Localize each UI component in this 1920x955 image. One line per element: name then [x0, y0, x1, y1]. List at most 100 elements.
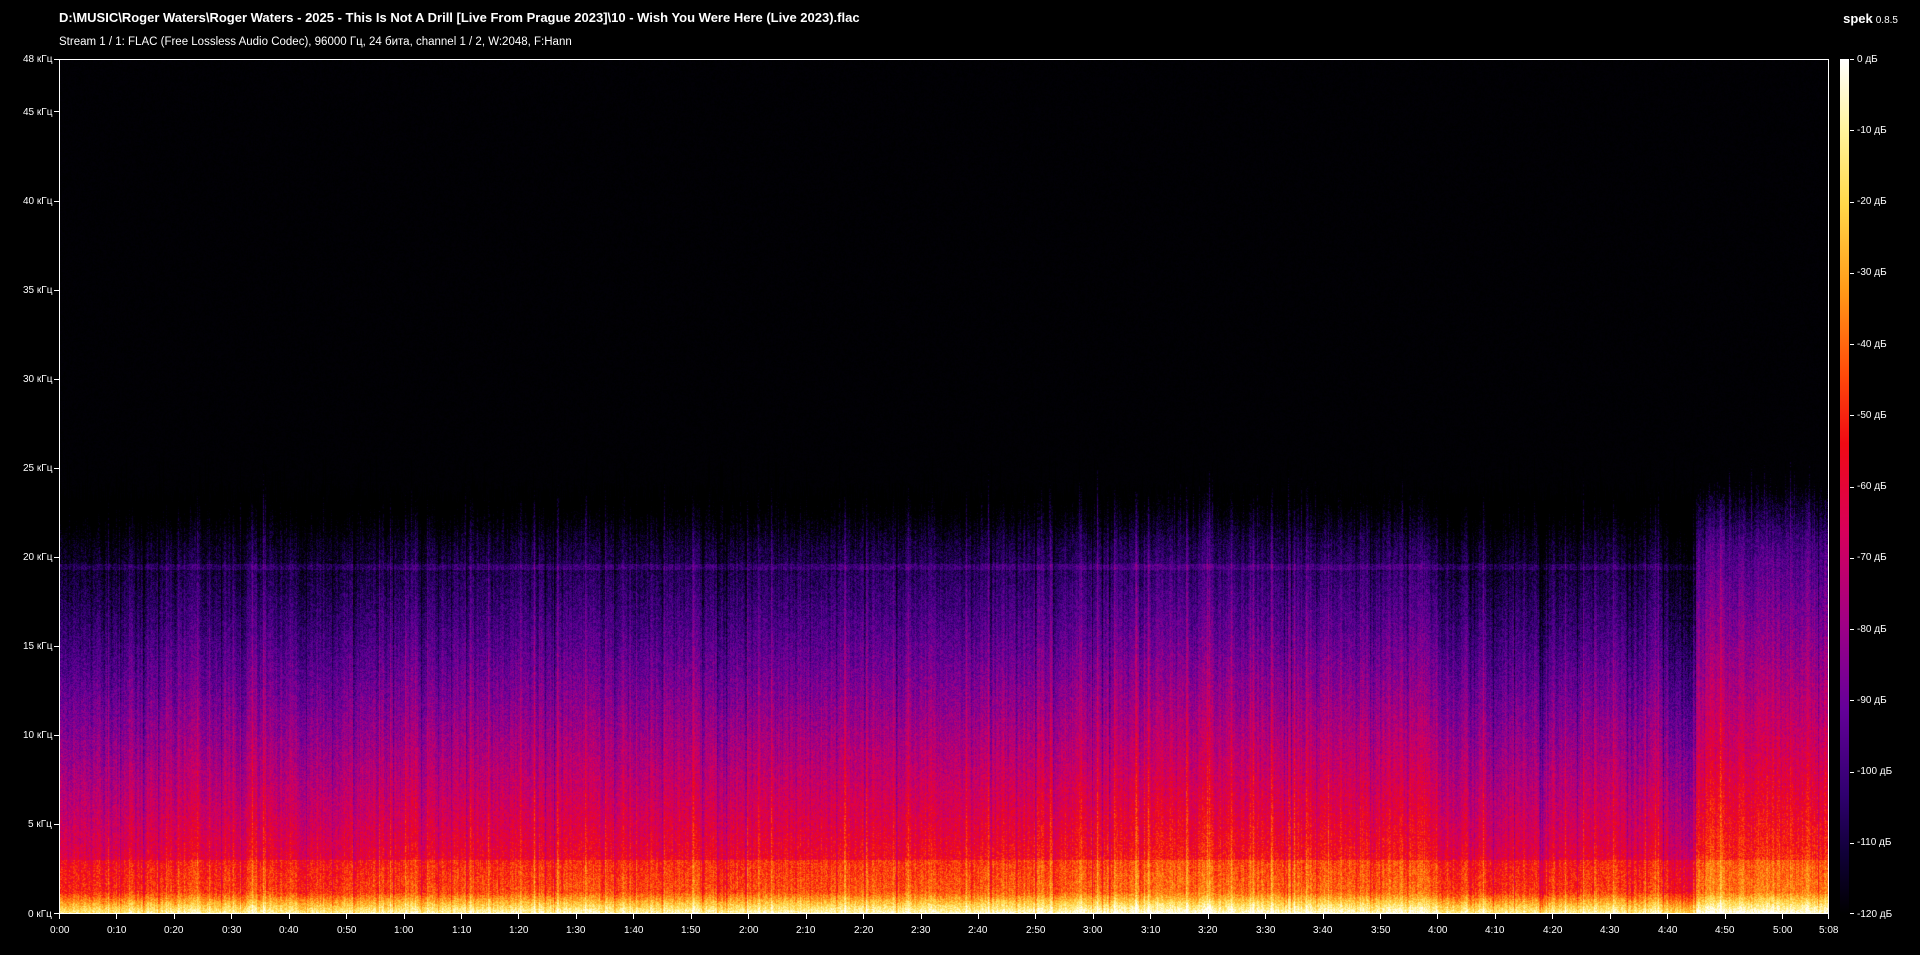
freq-tick-mark [54, 468, 59, 469]
time-tick-mark [921, 914, 922, 919]
db-color-scale [1840, 59, 1849, 914]
time-tick-mark [1265, 914, 1266, 919]
db-tick-mark [1850, 415, 1854, 416]
db-tick-mark [1850, 913, 1854, 914]
time-tick-label: 4:40 [1658, 925, 1678, 936]
time-tick-mark [1150, 914, 1151, 919]
time-tick-label: 4:20 [1543, 925, 1563, 936]
time-tick-label: 1:20 [509, 925, 529, 936]
db-tick-label: -90 дБ [1857, 695, 1887, 706]
time-tick-mark [346, 914, 347, 919]
time-tick-label: 3:30 [1256, 925, 1276, 936]
db-tick-label: -20 дБ [1857, 196, 1887, 207]
freq-tick-mark [54, 59, 59, 60]
freq-tick-label: 0 кГц [28, 909, 52, 920]
time-tick-label: 4:00 [1428, 925, 1448, 936]
time-tick-mark [1380, 914, 1381, 919]
time-tick-mark [1725, 914, 1726, 919]
time-tick-mark [116, 914, 117, 919]
db-tick-label: -30 дБ [1857, 267, 1887, 278]
db-tick-label: -70 дБ [1857, 552, 1887, 563]
freq-tick-mark [54, 379, 59, 380]
time-tick-mark [1610, 914, 1611, 919]
time-tick-label: 0:40 [279, 925, 299, 936]
freq-tick-label: 45 кГц [23, 107, 53, 118]
time-tick-label: 0:50 [337, 925, 357, 936]
time-tick-label: 0:20 [164, 925, 184, 936]
freq-tick-mark [54, 646, 59, 647]
freq-tick-mark [54, 824, 59, 825]
db-tick-label: -80 дБ [1857, 624, 1887, 635]
db-tick-label: -60 дБ [1857, 481, 1887, 492]
freq-tick-label: 20 кГц [23, 552, 53, 563]
db-tick-mark [1850, 273, 1854, 274]
time-tick-mark [59, 914, 60, 919]
time-tick-label: 3:40 [1313, 925, 1333, 936]
time-tick-label: 3:50 [1371, 925, 1391, 936]
freq-tick-mark [54, 290, 59, 291]
time-tick-label: 2:50 [1026, 925, 1046, 936]
time-tick-mark [1437, 914, 1438, 919]
freq-tick-label: 15 кГц [23, 641, 53, 652]
time-tick-label: 1:30 [566, 925, 586, 936]
freq-tick-label: 40 кГц [23, 196, 53, 207]
time-tick-mark [691, 914, 692, 919]
time-tick-label: 4:50 [1715, 925, 1735, 936]
spectrogram-image [60, 60, 1828, 913]
spek-window: D:\MUSIC\Roger Waters\Roger Waters - 202… [0, 0, 1920, 955]
app-name: spek [1843, 11, 1873, 26]
time-tick-mark [404, 914, 405, 919]
db-tick-mark [1850, 202, 1854, 203]
time-tick-label: 4:30 [1600, 925, 1620, 936]
db-tick-label: -40 дБ [1857, 339, 1887, 350]
time-tick-label: 0:10 [107, 925, 127, 936]
time-tick-label: 0:30 [222, 925, 242, 936]
time-tick-label: 3:10 [1141, 925, 1161, 936]
freq-tick-label: 30 кГц [23, 374, 53, 385]
time-tick-mark [1667, 914, 1668, 919]
db-tick-label: -50 дБ [1857, 410, 1887, 421]
app-brand: spek 0.8.5 [1843, 10, 1898, 28]
time-tick-mark [1093, 914, 1094, 919]
freq-tick-mark [54, 735, 59, 736]
db-tick-mark [1850, 700, 1854, 701]
db-tick-mark [1850, 629, 1854, 630]
time-tick-label: 5:00 [1773, 925, 1793, 936]
time-tick-label: 3:00 [1083, 925, 1103, 936]
time-tick-mark [978, 914, 979, 919]
spectrogram-plot[interactable] [59, 59, 1829, 914]
time-tick-mark [806, 914, 807, 919]
time-tick-mark [289, 914, 290, 919]
db-tick-label: -110 дБ [1857, 837, 1892, 848]
time-tick-mark [748, 914, 749, 919]
time-tick-mark [1782, 914, 1783, 919]
time-tick-mark [518, 914, 519, 919]
time-tick-label: 1:10 [452, 925, 472, 936]
time-tick-label: 2:10 [796, 925, 816, 936]
time-tick-mark [576, 914, 577, 919]
time-tick-label: 1:40 [624, 925, 644, 936]
freq-tick-label: 35 кГц [23, 285, 53, 296]
stream-info: Stream 1 / 1: FLAC (Free Lossless Audio … [59, 36, 572, 48]
freq-tick-mark [54, 201, 59, 202]
db-tick-mark [1850, 558, 1854, 559]
time-tick-label: 2:40 [968, 925, 988, 936]
time-tick-label: 0:00 [50, 925, 70, 936]
freq-tick-label: 48 кГц [23, 54, 53, 65]
db-tick-label: -100 дБ [1857, 766, 1893, 777]
db-tick-mark [1850, 130, 1854, 131]
db-tick-label: 0 дБ [1857, 54, 1878, 65]
time-tick-label: 1:50 [681, 925, 701, 936]
time-tick-mark [1035, 914, 1036, 919]
db-tick-mark [1850, 487, 1854, 488]
time-tick-mark [1208, 914, 1209, 919]
db-tick-mark [1850, 344, 1854, 345]
time-tick-label: 2:30 [911, 925, 931, 936]
freq-tick-mark [54, 111, 59, 112]
db-tick-mark [1850, 843, 1854, 844]
time-tick-mark [1552, 914, 1553, 919]
time-tick-mark [174, 914, 175, 919]
app-version: 0.8.5 [1875, 15, 1898, 26]
time-tick-label: 3:20 [1198, 925, 1218, 936]
time-tick-label: 2:20 [854, 925, 874, 936]
